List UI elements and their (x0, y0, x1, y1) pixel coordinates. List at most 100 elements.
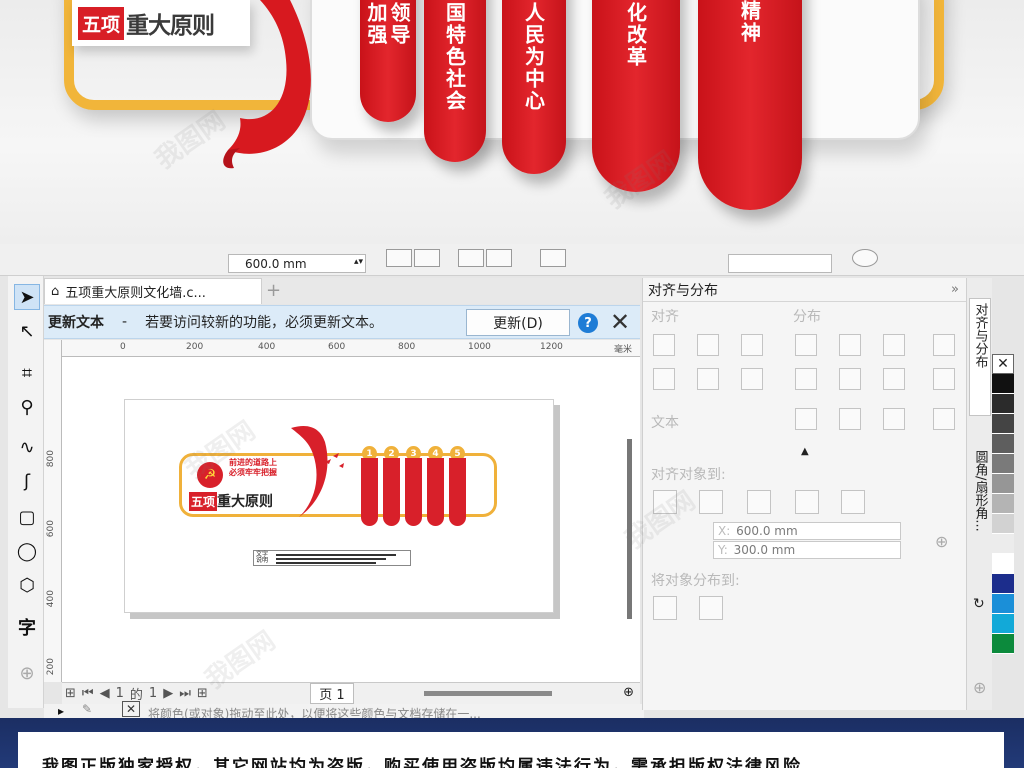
prev-page-icon[interactable]: ◀ (100, 686, 110, 701)
close-icon[interactable]: ✕ (610, 308, 630, 336)
mirror-v-icon[interactable] (486, 249, 512, 267)
docker-cycle-icon[interactable]: ↻ (973, 596, 985, 612)
docker-expand-icon[interactable]: » (951, 282, 959, 297)
update-button[interactable]: 更新(D) (466, 309, 570, 336)
zoom-tool-icon[interactable]: ⚲ (14, 394, 40, 420)
collapse-arrow-icon[interactable]: ▲ (801, 446, 809, 457)
color-swatch[interactable] (992, 614, 1014, 634)
distribute-center-v-icon[interactable] (839, 368, 861, 390)
artwork-title[interactable]: 五项 重大原则 (189, 491, 273, 511)
artwork-column-1[interactable] (361, 458, 378, 526)
help-icon[interactable]: ? (578, 313, 598, 333)
no-fill-swatch[interactable]: ✕ (992, 354, 1014, 374)
y-coordinate-field[interactable]: Y: 300.0 mm (713, 541, 901, 559)
distribute-top-icon[interactable] (795, 368, 817, 390)
rotate-icon[interactable] (540, 249, 566, 267)
color-swatch[interactable] (992, 374, 1014, 394)
object-position-field[interactable] (10, 249, 70, 267)
text-position-icon[interactable] (933, 408, 955, 430)
align-top-icon[interactable] (653, 368, 675, 390)
align-center-h-icon[interactable] (697, 334, 719, 356)
tab-fillet-scallop[interactable]: 圆角/扇形角... (969, 446, 991, 568)
last-page-icon[interactable]: ⏭ (179, 686, 191, 701)
color-swatch[interactable] (992, 414, 1014, 434)
distribute-left-icon[interactable] (795, 334, 817, 356)
settings-icon[interactable] (852, 249, 878, 267)
crop-tool-icon[interactable]: ⌗ (14, 360, 40, 386)
text-description-box[interactable]: 文字 说明 (253, 550, 411, 566)
add-page-icon[interactable]: ⊞ (65, 686, 76, 701)
artwork-slogan[interactable]: 前进的道路上 必须牢牢把握 (229, 458, 277, 478)
text-baseline-last-icon[interactable] (839, 408, 861, 430)
align-to-grid-icon[interactable] (795, 490, 819, 514)
scale-icon[interactable] (414, 249, 440, 267)
distribute-spacing-v-icon[interactable] (883, 368, 905, 390)
drawing-canvas[interactable]: ☭ 前进的道路上 必须牢牢把握 五项 重大原则 1 2 3 4 5 文字 说明 (62, 357, 640, 682)
artwork-flag-swoosh[interactable] (281, 422, 361, 532)
distribute-to-selection-icon[interactable] (653, 596, 677, 620)
text-baseline-icon[interactable] (795, 408, 817, 430)
vertical-ruler[interactable]: 800 600 400 200 (44, 340, 62, 682)
artwork-column-3[interactable] (405, 458, 422, 526)
align-center-v-icon[interactable] (697, 368, 719, 390)
color-swatch[interactable] (992, 474, 1014, 494)
color-swatch[interactable] (992, 574, 1014, 594)
lock-ratio-icon[interactable] (386, 249, 412, 267)
anchor-point-icon[interactable]: ⊕ (935, 532, 948, 551)
home-icon[interactable]: ⌂ (51, 284, 59, 299)
first-page-icon[interactable]: ⏮ (82, 686, 94, 701)
add-docker-icon[interactable]: ⊕ (973, 678, 986, 697)
new-tab-icon[interactable]: + (266, 280, 281, 301)
ellipse-tool-icon[interactable]: ◯ (14, 538, 40, 564)
x-coordinate-field[interactable]: X: 600.0 mm (713, 522, 901, 540)
color-swatch[interactable] (992, 634, 1014, 654)
tab-align-distribute[interactable]: 对齐与分布 (969, 298, 991, 416)
pick-tool-icon[interactable]: ➤ (14, 284, 40, 310)
no-color-icon[interactable]: ✕ (122, 701, 140, 717)
eyedropper-icon[interactable]: ✎ (82, 702, 92, 716)
color-swatch[interactable] (992, 394, 1014, 414)
distribute-center-h-icon[interactable] (839, 334, 861, 356)
text-tool-icon[interactable]: 字 (14, 614, 40, 640)
document-page[interactable]: ☭ 前进的道路上 必须牢牢把握 五项 重大原则 1 2 3 4 5 文字 说明 (124, 399, 554, 613)
palette-arrow-icon[interactable]: ▸ (58, 704, 64, 718)
artistic-media-icon[interactable]: ʃ (14, 468, 40, 494)
color-swatch[interactable] (992, 554, 1014, 574)
color-swatch[interactable] (992, 594, 1014, 614)
spin-arrows-icon[interactable]: ▴▾ (354, 257, 363, 267)
horizontal-scrollbar[interactable] (424, 691, 552, 696)
add-tool-icon[interactable]: ⊕ (14, 660, 40, 686)
polygon-tool-icon[interactable]: ⬡ (14, 572, 40, 598)
add-page-after-icon[interactable]: ⊞ (197, 686, 208, 701)
align-to-page-center-icon[interactable] (747, 490, 771, 514)
shape-tool-icon[interactable]: ↖ (14, 318, 40, 344)
align-left-icon[interactable] (653, 334, 675, 356)
outline-width-combo[interactable] (728, 254, 832, 273)
align-to-page-edge-icon[interactable] (699, 490, 723, 514)
color-swatch[interactable] (992, 534, 1014, 554)
align-right-icon[interactable] (741, 334, 763, 356)
align-to-point-icon[interactable] (841, 490, 865, 514)
align-to-active-icon[interactable] (653, 490, 677, 514)
distribute-spacing-h-icon[interactable] (883, 334, 905, 356)
align-bottom-icon[interactable] (741, 368, 763, 390)
rectangle-tool-icon[interactable]: ▢ (14, 504, 40, 530)
horizontal-ruler[interactable]: 0 200 400 600 800 1000 1200 毫米 (62, 340, 640, 357)
color-swatch[interactable] (992, 494, 1014, 514)
artwork-column-2[interactable] (383, 458, 400, 526)
page-tab[interactable]: 页 1 (310, 683, 354, 704)
zoom-icon[interactable]: ⊕ (623, 685, 634, 700)
artwork-column-5[interactable] (449, 458, 466, 526)
artwork-column-4[interactable] (427, 458, 444, 526)
next-page-icon[interactable]: ▶ (163, 686, 173, 701)
distribute-to-page-icon[interactable] (699, 596, 723, 620)
color-swatch[interactable] (992, 454, 1014, 474)
text-bbox-icon[interactable] (883, 408, 905, 430)
color-swatch[interactable] (992, 434, 1014, 454)
distribute-bottom-icon[interactable] (933, 368, 955, 390)
mirror-icon[interactable] (458, 249, 484, 267)
document-tab[interactable]: ⌂ 五项重大原则文化墙.c... (44, 278, 262, 304)
freehand-tool-icon[interactable]: ∿ (14, 434, 40, 460)
party-emblem-icon[interactable]: ☭ (197, 462, 223, 488)
object-size-field[interactable]: 600.0 mm ▴▾ (228, 254, 366, 273)
